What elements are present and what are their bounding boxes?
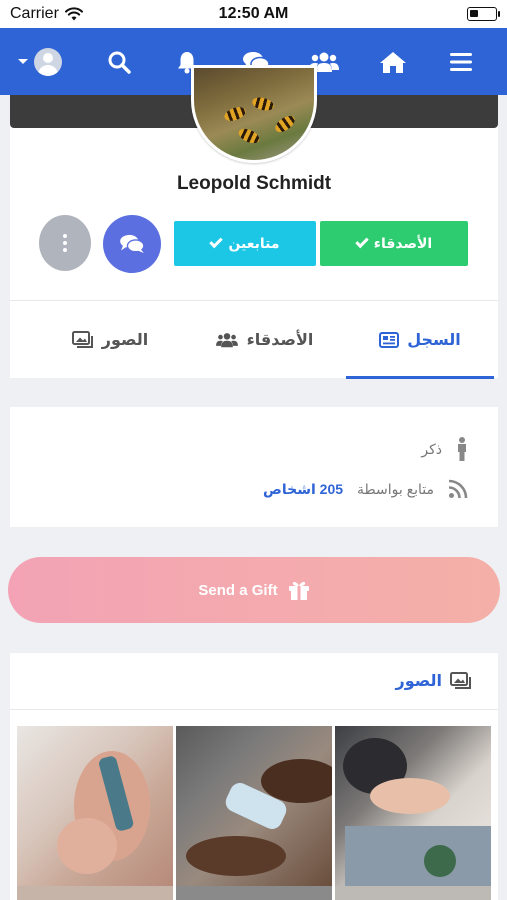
caret-down-icon [18, 59, 28, 64]
active-tab-indicator [346, 376, 494, 379]
images-icon [71, 331, 93, 348]
photos-header: الصور [10, 653, 498, 710]
message-button[interactable] [103, 215, 161, 273]
photo-thumbnail[interactable] [335, 886, 491, 900]
rss-icon [448, 479, 468, 499]
search-button[interactable] [99, 42, 139, 82]
users-icon [215, 333, 238, 348]
photos-card: الصور [10, 653, 498, 900]
male-icon [458, 437, 466, 461]
send-gift-button[interactable]: Send a Gift [8, 557, 500, 623]
menu-icon [450, 52, 472, 71]
status-bar: Carrier 12:50 AM [0, 0, 507, 28]
home-icon [379, 51, 406, 73]
photo-thumbnail[interactable] [17, 886, 173, 900]
gender-value: ذكر [421, 440, 442, 457]
friends-button-label: الأصدقاء [373, 235, 433, 251]
check-icon [355, 234, 369, 249]
following-button-label: متابعين [228, 235, 280, 251]
images-icon [450, 672, 471, 689]
chat-icon [120, 234, 145, 254]
battery-icon [467, 7, 500, 21]
tab-friends-label: الأصدقاء [246, 332, 314, 349]
sanitizer-photo [186, 759, 332, 876]
gender-row: ذكر [421, 437, 468, 461]
followers-count-link[interactable]: 205 اشخاص [263, 481, 343, 498]
photos-title-label: الصور [395, 673, 443, 690]
profile-tabs: السجل الأصدقاء الصور [10, 300, 498, 379]
followers-row: متابع بواسطة 205 اشخاص [263, 479, 468, 499]
home-button[interactable] [373, 42, 413, 82]
check-icon [209, 234, 224, 249]
newspaper-icon [379, 332, 400, 348]
menu-button[interactable] [441, 42, 481, 82]
photo-thumbnail[interactable] [17, 726, 173, 886]
inhaler-photo [57, 751, 150, 874]
photo-thumbnail[interactable] [176, 726, 332, 886]
clock: 12:50 AM [218, 5, 289, 22]
more-vertical-icon [63, 234, 67, 252]
following-button[interactable]: متابعين [174, 221, 316, 266]
photos-title[interactable]: الصور [396, 671, 473, 691]
tab-timeline[interactable]: السجل [346, 301, 494, 379]
sick-person-photo [343, 738, 491, 886]
profile-name: Leopold Schmidt [176, 173, 332, 194]
profile-avatar[interactable] [191, 65, 317, 163]
profile-card: Leopold Schmidt الأصدقاء متابعين السجل ا… [10, 65, 498, 379]
send-gift-label: Send a Gift [198, 581, 278, 599]
followers-prefix: متابع بواسطة [357, 480, 434, 497]
avatar [34, 47, 62, 76]
search-icon [108, 51, 131, 74]
friends-button[interactable]: الأصدقاء [320, 221, 468, 266]
more-options-button[interactable] [39, 215, 91, 271]
tab-photos-label: الصور [101, 332, 149, 349]
photo-thumbnail[interactable] [176, 886, 332, 900]
about-card: ذكر متابع بواسطة 205 اشخاص [10, 407, 498, 527]
tab-photos[interactable]: الصور [50, 301, 170, 379]
tab-friends[interactable]: الأصدقاء [190, 301, 338, 379]
photo-thumbnail[interactable] [335, 726, 491, 886]
profile-menu-button[interactable] [18, 47, 70, 76]
gift-icon [288, 581, 309, 600]
tab-timeline-label: السجل [407, 332, 461, 349]
